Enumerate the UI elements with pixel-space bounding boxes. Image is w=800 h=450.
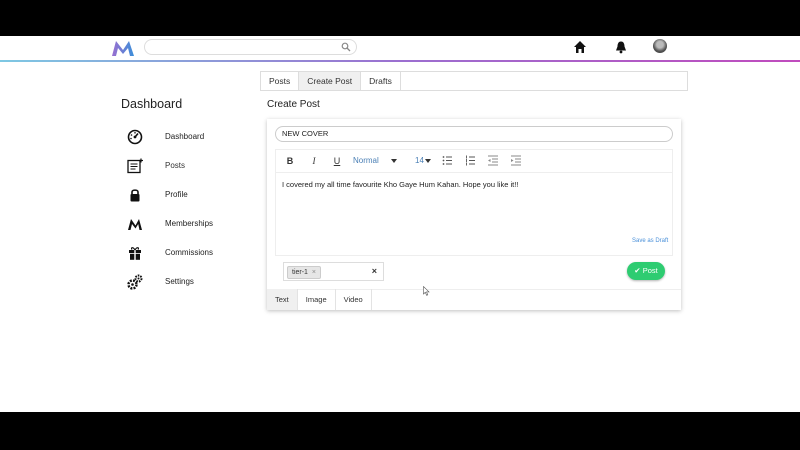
post-title-input[interactable]: NEW COVER [275,126,673,142]
gears-icon [127,274,143,290]
create-post-card: NEW COVER B I U Normal 14 I covered my a… [267,119,681,310]
sidebar-item-label: Posts [165,161,186,170]
save-as-draft-link[interactable]: Save as Draft [632,238,668,244]
content-type-tabs: Text Image Video [267,289,372,310]
navbar-gradient-divider [0,60,800,62]
bold-button[interactable]: B [284,155,296,167]
post-button-label: Post [642,266,658,275]
search-bar[interactable] [144,39,357,55]
home-icon[interactable] [573,40,587,54]
italic-button[interactable]: I [308,155,320,167]
sidebar-item-settings[interactable]: Settings [127,274,267,290]
indent-icon[interactable] [511,155,522,166]
gift-icon [129,247,141,260]
tier-select[interactable]: tier-1 × × [283,262,384,281]
tab-video[interactable]: Video [336,289,372,310]
page-title: Create Post [267,99,320,110]
post-button[interactable]: ✔ Post [627,262,665,280]
logo-icon[interactable] [110,38,136,58]
posts-icon [127,158,143,174]
editor-toolbar: B I U Normal 14 [276,150,672,173]
mouse-cursor-icon [423,286,430,296]
tab-posts[interactable]: Posts [261,72,300,90]
tab-drafts[interactable]: Drafts [361,72,401,90]
sidebar-item-posts[interactable]: Posts [127,158,267,174]
tab-create-post[interactable]: Create Post [299,72,362,90]
sidebar-item-label: Profile [165,190,188,199]
outdent-icon[interactable] [488,155,499,166]
check-icon: ✔ [634,266,641,275]
underline-button[interactable]: U [331,155,343,167]
top-navbar [0,36,800,60]
lock-icon [130,189,140,202]
post-tabs: Posts Create Post Drafts [260,71,688,91]
tier-chip-label: tier-1 [292,269,308,276]
bell-icon[interactable] [614,40,628,54]
sidebar-item-profile[interactable]: Profile [127,187,267,203]
sidebar-item-memberships[interactable]: Memberships [127,216,267,232]
sidebar-title: Dashboard [121,97,183,111]
chevron-down-icon [390,158,397,163]
numbered-list-icon[interactable] [465,155,476,166]
rich-text-editor[interactable]: B I U Normal 14 I covered my all time fa… [275,149,673,256]
tab-text[interactable]: Text [267,289,298,310]
chevron-down-icon [424,158,431,163]
gauge-icon [127,129,143,145]
search-input[interactable] [153,41,337,55]
search-icon[interactable] [341,42,351,52]
tier-chip: tier-1 × [287,266,321,279]
sidebar-item-label: Memberships [165,219,214,228]
sidebar-item-label: Dashboard [165,132,205,141]
sidebar-item-commissions[interactable]: Commissions [127,245,267,261]
remove-tag-icon[interactable]: × [312,269,316,276]
size-select[interactable]: 14 [415,155,437,167]
format-select-value: Normal [353,156,379,165]
avatar[interactable] [653,39,667,53]
format-select[interactable]: Normal [353,155,405,167]
editor-content[interactable]: I covered my all time favourite Kho Gaye… [282,180,518,189]
sidebar-item-label: Settings [165,277,194,286]
sidebar-item-label: Commissions [165,248,214,257]
sidebar-item-dashboard[interactable]: Dashboard [127,129,267,145]
bullet-list-icon[interactable] [442,155,453,166]
page: Posts Create Post Drafts Dashboard Dashb… [0,36,800,412]
m-logo-icon [128,219,142,230]
clear-icon[interactable]: × [372,266,377,276]
tab-image[interactable]: Image [298,289,336,310]
size-select-value: 14 [415,156,424,165]
